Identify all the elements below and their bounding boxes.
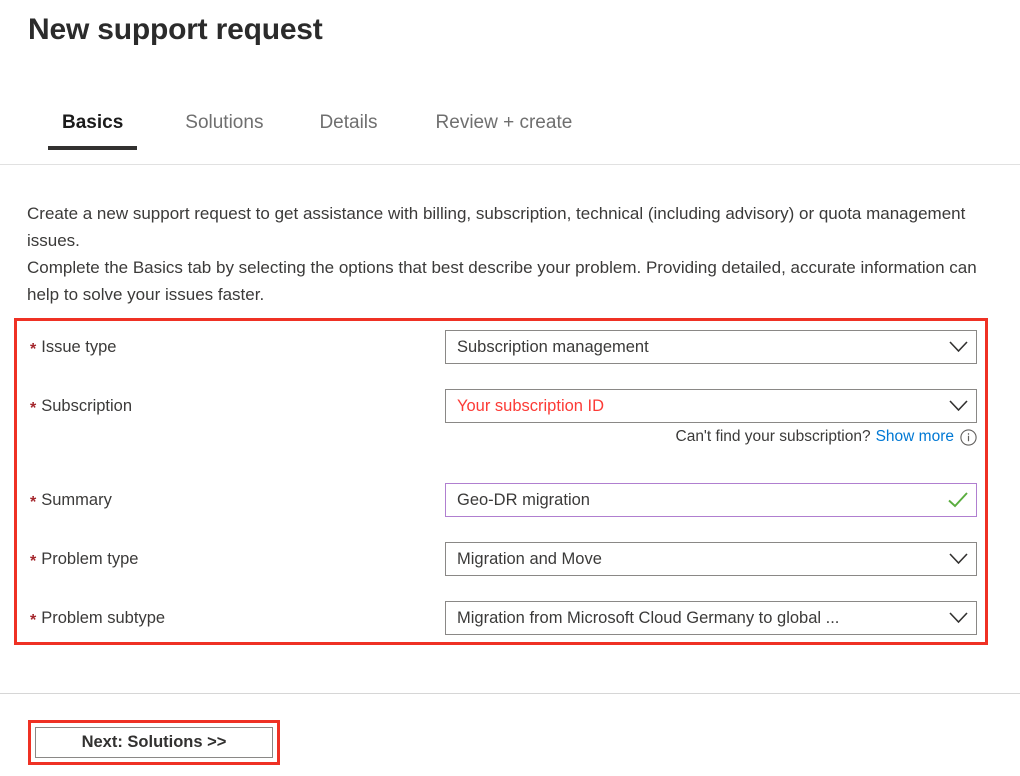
- required-marker: *: [30, 494, 36, 511]
- tab-solutions[interactable]: Solutions: [171, 104, 277, 150]
- show-more-link[interactable]: Show more: [876, 428, 954, 446]
- summary-input[interactable]: Geo-DR migration: [445, 483, 977, 517]
- tab-basics[interactable]: Basics: [48, 104, 137, 150]
- tab-bar-divider: [0, 164, 1020, 165]
- label-issue-type-text: Issue type: [41, 338, 116, 356]
- next-solutions-button[interactable]: Next: Solutions >>: [35, 727, 273, 758]
- label-subscription-text: Subscription: [41, 397, 132, 415]
- form-row-subscription: * Subscription Your subscription ID: [0, 389, 1020, 423]
- info-circle-icon[interactable]: [960, 429, 977, 446]
- intro-description: Create a new support request to get assi…: [27, 200, 999, 308]
- intro-line-2: Complete the Basics tab by selecting the…: [27, 254, 999, 308]
- required-marker: *: [30, 553, 36, 570]
- problem-type-value: Migration and Move: [446, 550, 940, 569]
- summary-value: Geo-DR migration: [446, 491, 940, 510]
- tab-list: Basics Solutions Details Review + create: [48, 104, 586, 150]
- tab-review-create[interactable]: Review + create: [422, 104, 587, 150]
- label-problem-subtype-text: Problem subtype: [41, 609, 165, 627]
- footer-divider: [0, 693, 1020, 694]
- label-problem-type: * Problem type: [30, 542, 138, 577]
- label-problem-subtype: * Problem subtype: [30, 601, 165, 636]
- chevron-down-icon[interactable]: [940, 612, 976, 624]
- subscription-helper: Can't find your subscription? Show more: [445, 428, 977, 446]
- required-marker: *: [30, 612, 36, 629]
- chevron-down-icon[interactable]: [940, 553, 976, 565]
- problem-subtype-value: Migration from Microsoft Cloud Germany t…: [446, 609, 940, 628]
- page-title: New support request: [28, 10, 323, 50]
- problem-subtype-dropdown[interactable]: Migration from Microsoft Cloud Germany t…: [445, 601, 977, 635]
- required-marker: *: [30, 341, 36, 358]
- form-row-summary: * Summary Geo-DR migration: [0, 483, 1020, 517]
- label-summary: * Summary: [30, 483, 112, 518]
- chevron-down-icon[interactable]: [940, 341, 976, 353]
- subscription-helper-text: Can't find your subscription?: [676, 428, 871, 446]
- annotation-highlight-form: [14, 318, 988, 645]
- subscription-value: Your subscription ID: [446, 397, 940, 416]
- tab-details[interactable]: Details: [305, 104, 391, 150]
- label-summary-text: Summary: [41, 491, 112, 509]
- subscription-dropdown[interactable]: Your subscription ID: [445, 389, 977, 423]
- form-row-issue-type: * Issue type Subscription management: [0, 330, 1020, 364]
- form-row-problem-subtype: * Problem subtype Migration from Microsof…: [0, 601, 1020, 635]
- intro-line-1: Create a new support request to get assi…: [27, 200, 999, 254]
- problem-type-dropdown[interactable]: Migration and Move: [445, 542, 977, 576]
- check-icon: [940, 491, 976, 509]
- issue-type-dropdown[interactable]: Subscription management: [445, 330, 977, 364]
- basics-form: * Issue type Subscription management * Sub…: [0, 318, 1020, 648]
- tab-bar: Basics Solutions Details Review + create: [0, 104, 1020, 166]
- required-marker: *: [30, 400, 36, 417]
- label-problem-type-text: Problem type: [41, 550, 138, 568]
- chevron-down-icon[interactable]: [940, 400, 976, 412]
- form-row-problem-type: * Problem type Migration and Move: [0, 542, 1020, 576]
- label-subscription: * Subscription: [30, 389, 132, 424]
- issue-type-value: Subscription management: [446, 338, 940, 357]
- label-issue-type: * Issue type: [30, 330, 116, 365]
